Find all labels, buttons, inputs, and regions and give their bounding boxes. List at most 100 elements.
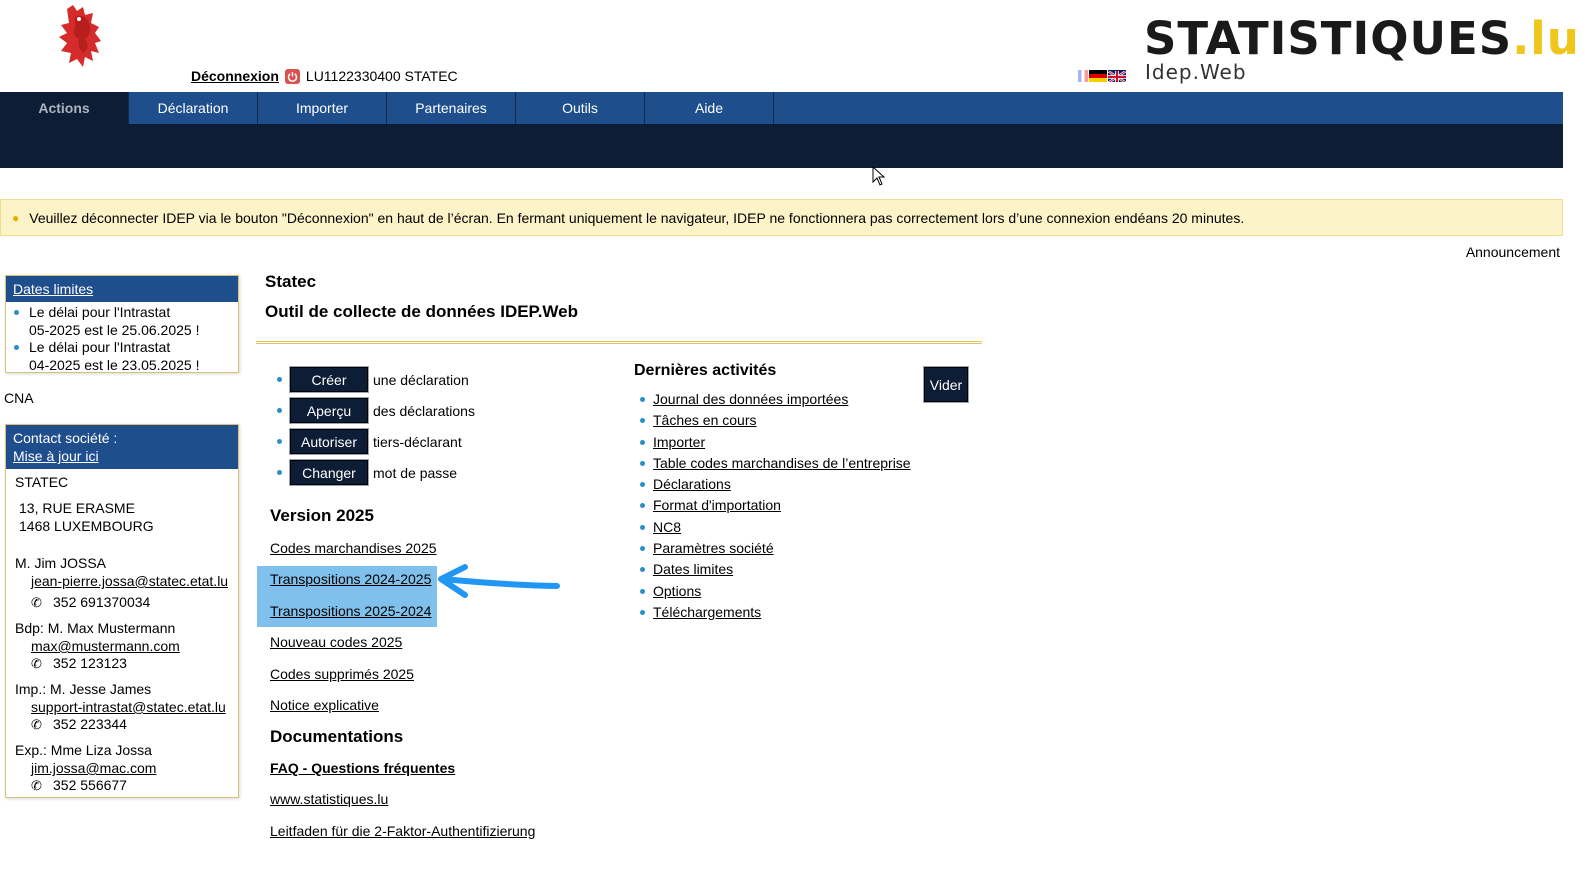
page-title: Statec bbox=[265, 272, 317, 291]
deadline-item: Le délai pour l'Intrastat 04-2025 est le … bbox=[14, 339, 232, 374]
action-item: Aperçu des déclarations bbox=[277, 397, 475, 424]
contact-email-link[interactable]: jim.jossa@mac.com bbox=[31, 759, 156, 777]
contact-email-link[interactable]: support-intrastat@statec.etat.lu bbox=[31, 698, 226, 716]
link-statistiques[interactable]: www.statistiques.lu bbox=[270, 791, 388, 807]
phone-icon: ✆ bbox=[31, 778, 42, 793]
company-city: 1468 LUXEMBOURG bbox=[19, 518, 154, 534]
action-item: Autoriser tiers-déclarant bbox=[277, 428, 462, 455]
brand-subtitle: Idep.Web bbox=[1145, 60, 1247, 84]
list-item: Tâches en cours bbox=[640, 411, 911, 432]
deadline-line2: 05-2025 est le 25.06.2025 ! bbox=[29, 321, 200, 338]
nav-item-declaration[interactable]: Déclaration bbox=[129, 92, 258, 124]
recent-link-nc8[interactable]: NC8 bbox=[653, 519, 681, 535]
phone-number: 352 123123 bbox=[53, 655, 127, 671]
list-item: Dates limites bbox=[640, 560, 911, 581]
recent-link-table-codes[interactable]: Table codes marchandises de l’entreprise bbox=[653, 455, 911, 471]
contact-person-name: Imp.: M. Jesse James bbox=[15, 681, 152, 697]
overview-button[interactable]: Aperçu bbox=[289, 397, 369, 424]
action-item: Créer une déclaration bbox=[277, 366, 469, 393]
link-transpositions-2024-2025[interactable]: Transpositions 2024-2025 bbox=[270, 571, 431, 587]
action-text: tiers-déclarant bbox=[373, 433, 462, 450]
phone-number: 352 556677 bbox=[53, 777, 127, 793]
user-id: LU1122330400 STATEC bbox=[305, 68, 458, 84]
phone-icon: ✆ bbox=[31, 595, 42, 610]
recent-link-parametres[interactable]: Paramètres société bbox=[653, 540, 774, 556]
phone-icon: ✆ bbox=[31, 656, 42, 671]
link-codes-marchandises[interactable]: Codes marchandises 2025 bbox=[270, 540, 437, 556]
logout-alert: ● Veuillez déconnecter IDEP via le bouto… bbox=[0, 199, 1563, 236]
nav-item-importer[interactable]: Importer bbox=[258, 92, 387, 124]
authorize-button[interactable]: Autoriser bbox=[289, 428, 369, 455]
cna-label: CNA bbox=[4, 390, 34, 406]
nav-item-aide[interactable]: Aide bbox=[645, 92, 774, 124]
deadlines-title-link[interactable]: Dates limites bbox=[13, 281, 93, 297]
list-item: Table codes marchandises de l’entreprise bbox=[640, 454, 911, 475]
deadlines-list: Le délai pour l'Intrastat 05-2025 est le … bbox=[6, 302, 238, 374]
recent-link-declarations[interactable]: Déclarations bbox=[653, 476, 731, 492]
contact-phone: ✆ 352 123123 bbox=[31, 654, 127, 673]
contact-person-name: M. Jim JOSSA bbox=[15, 555, 107, 571]
phone-number: 352 691370034 bbox=[53, 594, 151, 610]
list-item: Déclarations bbox=[640, 475, 911, 496]
recent-link-importer[interactable]: Importer bbox=[653, 434, 705, 450]
link-2fa-guide[interactable]: Leitfaden für die 2-Faktor-Authentifizie… bbox=[270, 823, 535, 839]
brand-tld: .lu bbox=[1512, 12, 1580, 65]
update-link[interactable]: Mise à jour ici bbox=[13, 448, 99, 464]
deadline-line1: Le délai pour l'Intrastat bbox=[29, 339, 171, 355]
deadline-item: Le délai pour l'Intrastat 05-2025 est le … bbox=[14, 304, 232, 339]
link-faq[interactable]: FAQ - Questions fréquentes bbox=[270, 760, 455, 776]
action-item: Changer mot de passe bbox=[277, 459, 458, 486]
contact-phone: ✆ 352 691370034 bbox=[31, 593, 150, 612]
mouse-cursor-icon bbox=[872, 166, 886, 186]
list-item: Téléchargements bbox=[640, 603, 911, 624]
lightbulb-icon: ● bbox=[12, 210, 20, 225]
contact-person-name: Exp.: Mme Liza Jossa bbox=[15, 742, 152, 758]
company-name: STATEC bbox=[15, 474, 69, 490]
recent-link-telechargements[interactable]: Téléchargements bbox=[653, 604, 761, 620]
deadline-line1: Le délai pour l'Intrastat bbox=[29, 304, 171, 320]
recent-activities-title: Dernières activités bbox=[634, 362, 777, 379]
contact-title: Contact société : bbox=[13, 430, 118, 446]
link-codes-supprimes[interactable]: Codes supprimés 2025 bbox=[270, 666, 414, 682]
nav-item-partenaires[interactable]: Partenaires bbox=[387, 92, 516, 124]
flag-fr-icon[interactable] bbox=[1078, 70, 1088, 82]
flag-uk-icon[interactable] bbox=[1108, 70, 1126, 82]
flag-de-icon[interactable] bbox=[1089, 70, 1107, 82]
lion-logo-icon bbox=[59, 5, 101, 67]
contact-email-link[interactable]: jean-pierre.jossa@statec.etat.lu bbox=[31, 572, 228, 590]
contact-panel: Contact société : Mise à jour ici STATEC… bbox=[5, 424, 239, 798]
link-nouveau-codes[interactable]: Nouveau codes 2025 bbox=[270, 634, 402, 650]
nav-item-actions[interactable]: Actions bbox=[0, 92, 129, 124]
contact-header: Contact société : Mise à jour ici bbox=[6, 425, 238, 469]
gold-divider bbox=[256, 341, 982, 344]
company-street: 13, RUE ERASME bbox=[19, 500, 135, 516]
list-item: Format d'importation bbox=[640, 496, 911, 517]
deadlines-panel: Dates limites Le délai pour l'Intrastat 0… bbox=[5, 275, 239, 373]
phone-icon: ✆ bbox=[31, 717, 42, 732]
create-button[interactable]: Créer bbox=[289, 366, 369, 393]
recent-link-format[interactable]: Format d'importation bbox=[653, 497, 781, 513]
link-notice-explicative[interactable]: Notice explicative bbox=[270, 697, 379, 713]
recent-link-taches[interactable]: Tâches en cours bbox=[653, 412, 757, 428]
brand-main: STATISTIQUES bbox=[1144, 12, 1513, 65]
contact-person-name: Bdp: M. Max Mustermann bbox=[15, 620, 176, 636]
language-flags bbox=[1078, 70, 1126, 82]
action-text: une déclaration bbox=[373, 371, 469, 388]
contact-email-link[interactable]: max@mustermann.com bbox=[31, 637, 180, 655]
power-icon[interactable] bbox=[284, 68, 300, 84]
change-password-button[interactable]: Changer bbox=[289, 459, 369, 486]
annotation-arrow-icon bbox=[438, 564, 560, 598]
clear-button[interactable]: Vider bbox=[923, 366, 969, 403]
logout-link[interactable]: Déconnexion bbox=[191, 68, 279, 84]
list-item: Importer bbox=[640, 433, 911, 454]
link-transpositions-2025-2024[interactable]: Transpositions 2025-2024 bbox=[270, 603, 431, 619]
page-subtitle: Outil de collecte de données IDEP.Web bbox=[265, 302, 579, 321]
recent-link-options[interactable]: Options bbox=[653, 583, 701, 599]
list-item: Journal des données importées bbox=[640, 390, 911, 411]
nav-item-outils[interactable]: Outils bbox=[516, 92, 645, 124]
action-text: mot de passe bbox=[373, 464, 458, 481]
recent-link-dates-limites[interactable]: Dates limites bbox=[653, 561, 733, 577]
main-nav: Actions Déclaration Importer Partenaires… bbox=[0, 92, 1563, 124]
recent-link-journal[interactable]: Journal des données importées bbox=[653, 391, 848, 407]
recent-activities-list: Journal des données importées Tâches en … bbox=[640, 390, 911, 624]
